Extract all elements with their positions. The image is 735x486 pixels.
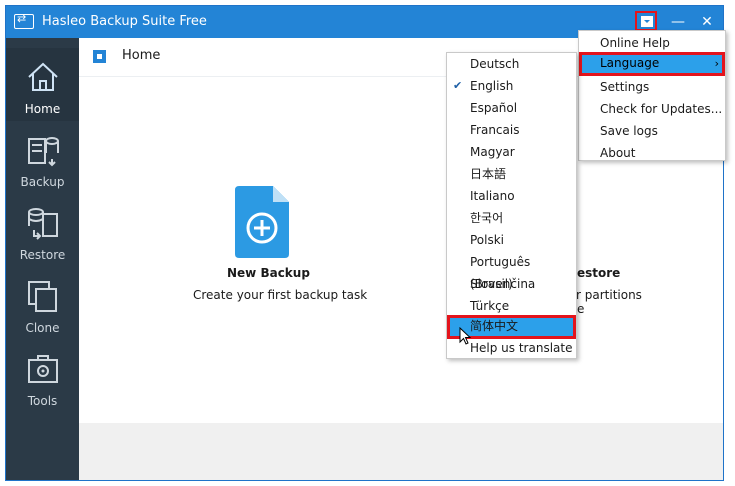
menu-dropdown-icon — [641, 16, 653, 27]
language-item-deutsch[interactable]: Deutsch — [447, 53, 576, 75]
sidebar-item-label: Backup — [20, 175, 65, 189]
mouse-cursor-icon — [459, 327, 472, 345]
language-label: Help us translate — [470, 341, 573, 355]
sidebar-item-restore[interactable]: Restore — [6, 194, 79, 267]
language-item-portugues[interactable]: Português (Brasil) — [447, 251, 576, 291]
breadcrumb-label: Home — [122, 48, 161, 63]
sidebar-item-label: Home — [24, 102, 61, 116]
menu-item-label: Save logs — [600, 124, 658, 138]
language-label: Slovenčina — [470, 277, 536, 291]
language-label: English — [470, 79, 514, 93]
language-label: Polski — [470, 233, 505, 247]
language-label: 한국어 — [470, 211, 504, 225]
checkmark-icon: ✔ — [453, 79, 463, 92]
menu-item-label: About — [600, 146, 636, 160]
menu-item-label: Check for Updates... — [600, 102, 723, 116]
footer-area — [79, 423, 723, 480]
sidebar-item-tools[interactable]: Tools — [6, 340, 79, 413]
tools-icon — [28, 355, 58, 383]
language-item-espanol[interactable]: Español — [447, 97, 576, 119]
language-submenu: Deutsch ✔ English Español Francais Magyar… — [446, 52, 577, 359]
menu-item-language[interactable]: Language › — [579, 52, 725, 76]
language-item-polski[interactable]: Polski — [447, 229, 576, 251]
language-label: 简体中文 — [470, 319, 519, 333]
language-label: Francais — [470, 123, 520, 137]
restore-tile-description-line2: e — [577, 302, 585, 316]
new-backup-title[interactable]: New Backup — [227, 266, 310, 280]
language-label: Türkçe — [470, 299, 510, 313]
sidebar-item-home[interactable]: Home — [6, 48, 79, 121]
sidebar-item-backup[interactable]: Backup — [6, 121, 79, 194]
sidebar-item-label: Clone — [25, 321, 60, 335]
home-icon — [28, 62, 58, 91]
language-item-magyar[interactable]: Magyar — [447, 141, 576, 163]
submenu-arrow-icon: › — [714, 57, 719, 70]
menu-item-save-logs[interactable]: Save logs — [579, 120, 725, 142]
menu-item-check-updates[interactable]: Check for Updates... — [579, 98, 725, 120]
menu-item-label: Online Help — [600, 36, 670, 50]
menu-item-label: Language — [600, 56, 660, 70]
main-menu-button[interactable] — [635, 11, 657, 31]
window-title: Hasleo Backup Suite Free — [42, 14, 207, 29]
language-item-english[interactable]: ✔ English — [447, 75, 576, 97]
sidebar-item-label: Restore — [19, 248, 66, 262]
language-item-slovencina[interactable]: Slovenčina — [447, 273, 576, 295]
new-backup-description: Create your first backup task — [193, 288, 368, 302]
language-item-francais[interactable]: Francais — [447, 119, 576, 141]
menu-item-about[interactable]: About — [579, 142, 725, 164]
language-item-italiano[interactable]: Italiano — [447, 185, 576, 207]
language-label: Español — [470, 101, 518, 115]
breadcrumb-home-icon[interactable] — [93, 50, 106, 63]
app-logo-icon — [14, 12, 34, 29]
sidebar-item-clone[interactable]: Clone — [6, 267, 79, 340]
restore-tile-description: r partitions — [576, 288, 642, 302]
menu-item-settings[interactable]: Settings — [579, 76, 725, 98]
new-backup-icon[interactable] — [233, 186, 291, 258]
language-label: 日本語 — [470, 167, 507, 181]
menu-item-online-help[interactable]: Online Help — [579, 32, 725, 54]
sidebar-item-label: Tools — [27, 394, 58, 408]
clone-icon — [28, 281, 57, 312]
language-item-korean[interactable]: 한국어 — [447, 207, 576, 229]
language-label: Deutsch — [470, 57, 520, 71]
main-menu-dropdown: Online Help Language › Settings Check for… — [578, 30, 726, 161]
sidebar: Home Backup Restore Clone Tools — [6, 38, 79, 480]
language-label: Italiano — [470, 189, 515, 203]
restore-icon — [28, 208, 58, 240]
backup-icon — [28, 137, 59, 167]
language-label: Magyar — [470, 145, 515, 159]
language-item-japanese[interactable]: 日本語 — [447, 163, 576, 185]
menu-item-label: Settings — [600, 80, 650, 94]
language-item-turkce[interactable]: Türkçe — [447, 295, 576, 317]
restore-tile-title[interactable]: estore — [577, 266, 620, 280]
